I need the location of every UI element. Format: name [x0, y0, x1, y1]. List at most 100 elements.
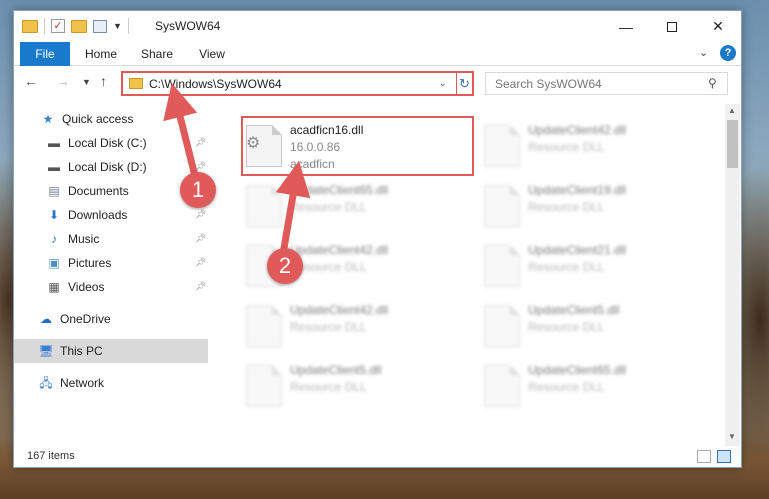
- new-folder-icon[interactable]: [71, 19, 87, 33]
- file-tile[interactable]: UpdateClient5.dll Resource DLL: [476, 299, 706, 355]
- dll-file-icon: [484, 125, 520, 167]
- minimize-button[interactable]: —: [603, 11, 649, 42]
- file-name: UpdateClient5.dll: [528, 303, 620, 317]
- search-input[interactable]: Search SysWOW64 ⚲: [485, 72, 728, 95]
- file-type: Resource DLL: [290, 380, 367, 394]
- properties-icon[interactable]: [93, 19, 107, 33]
- file-type: Resource DLL: [528, 140, 605, 154]
- scroll-up-icon[interactable]: ▲: [728, 106, 736, 115]
- dll-file-icon: [246, 185, 282, 227]
- toolbar-divider: [44, 18, 45, 34]
- address-path[interactable]: C:\Windows\SysWOW64: [149, 77, 282, 91]
- sidebar-item-music[interactable]: ♪ Music 📌︎: [14, 227, 210, 251]
- refresh-icon[interactable]: ↻: [456, 73, 472, 94]
- file-type: Resource DLL: [528, 260, 605, 274]
- file-tile[interactable]: UpdateClient65.dll Resource DLL: [238, 179, 468, 235]
- dll-file-icon: [484, 305, 520, 347]
- file-type: Resource DLL: [528, 380, 605, 394]
- sidebar-item-local-disk-c[interactable]: ▬ Local Disk (C:) 📌︎: [14, 131, 210, 155]
- file-tile[interactable]: UpdateClient21.dll Resource DLL: [476, 239, 706, 295]
- tab-share[interactable]: Share: [132, 42, 182, 66]
- sidebar-item-quick-access[interactable]: ★ Quick access: [14, 107, 210, 131]
- item-count: 167 items: [27, 450, 75, 462]
- file-name: UpdateClient42.dll: [528, 123, 627, 137]
- maximize-button[interactable]: [649, 11, 695, 42]
- dll-file-icon: [246, 305, 282, 347]
- back-arrow-icon[interactable]: ←: [24, 73, 38, 89]
- forward-arrow-icon[interactable]: →: [56, 73, 70, 89]
- recent-locations-chevron-icon[interactable]: ▼: [82, 77, 91, 87]
- file-type: Resource DLL: [528, 320, 605, 334]
- drive-icon: ▬: [48, 136, 60, 150]
- sidebar-item-label: This PC: [60, 344, 103, 358]
- search-placeholder: Search SysWOW64: [495, 77, 602, 91]
- tab-file[interactable]: File: [20, 42, 70, 66]
- file-type: Resource DLL: [290, 200, 367, 214]
- file-tile[interactable]: UpdateClient5.dll Resource DLL: [238, 359, 468, 415]
- help-icon[interactable]: ?: [720, 45, 736, 61]
- folder-icon[interactable]: [22, 19, 38, 33]
- file-type: Resource DLL: [290, 320, 367, 334]
- cloud-icon: ☁: [40, 312, 52, 326]
- file-name: UpdateClient42.dll: [290, 303, 389, 317]
- sidebar-item-network[interactable]: 🖧︎ Network: [14, 371, 210, 395]
- file-tile[interactable]: UpdateClient65.dll Resource DLL: [476, 359, 706, 415]
- ribbon-tabs: File Home Share View ⌄ ?: [14, 42, 741, 66]
- pin-icon[interactable]: 📌︎: [195, 209, 206, 220]
- selected-file-highlight: [241, 116, 474, 176]
- sidebar-item-pictures[interactable]: ▣ Pictures 📌︎: [14, 251, 210, 275]
- file-tile[interactable]: UpdateClient19.dll Resource DLL: [476, 179, 706, 235]
- sidebar-item-local-disk-d[interactable]: ▬ Local Disk (D:) 📌︎: [14, 155, 210, 179]
- pin-icon[interactable]: 📌︎: [195, 281, 206, 292]
- close-button[interactable]: ✕: [695, 11, 741, 42]
- file-explorer-window: ✓ ▼ SysWOW64 — ✕ File Home Share View ⌄ …: [13, 10, 742, 468]
- properties-check-icon[interactable]: ✓: [51, 19, 65, 33]
- network-icon: 🖧︎: [39, 376, 53, 390]
- scroll-down-icon[interactable]: ▼: [728, 432, 736, 441]
- customize-toolbar-chevron-icon[interactable]: ▼: [113, 21, 122, 31]
- dll-file-icon: [484, 365, 520, 407]
- sidebar-item-videos[interactable]: ▦ Videos 📌︎: [14, 275, 210, 299]
- sidebar-item-label: Quick access: [62, 112, 134, 126]
- sidebar-item-label: Downloads: [68, 208, 128, 222]
- dll-file-icon: [484, 185, 520, 227]
- file-tile[interactable]: UpdateClient42.dll Resource DLL: [238, 299, 468, 355]
- file-name: UpdateClient65.dll: [528, 363, 627, 377]
- pin-icon[interactable]: 📌︎: [195, 233, 206, 244]
- sidebar-item-label: Documents: [68, 184, 129, 198]
- file-type: Resource DLL: [528, 200, 605, 214]
- tiles-view-icon[interactable]: [717, 450, 731, 463]
- search-icon: ⚲: [708, 76, 717, 90]
- scrollbar-thumb[interactable]: [727, 120, 738, 168]
- quick-access-toolbar: ✓ ▼: [22, 18, 129, 34]
- sidebar-item-onedrive[interactable]: ☁ OneDrive: [14, 307, 210, 331]
- address-bar[interactable]: C:\Windows\SysWOW64 ⌄ ↻: [121, 71, 474, 96]
- file-tile[interactable]: UpdateClient42.dll Resource DLL: [476, 119, 706, 175]
- title-bar: ✓ ▼ SysWOW64 — ✕: [14, 11, 741, 42]
- file-name: UpdateClient21.dll: [528, 243, 627, 257]
- pin-icon[interactable]: 📌︎: [195, 257, 206, 268]
- address-dropdown-chevron-icon[interactable]: ⌄: [439, 78, 447, 89]
- details-view-icon[interactable]: [697, 450, 711, 463]
- status-bar: 167 items: [14, 446, 741, 467]
- sidebar-item-label: Local Disk (D:): [68, 160, 147, 174]
- download-icon: ⬇: [48, 208, 60, 222]
- documents-icon: ▤: [48, 184, 60, 198]
- folder-icon: [129, 78, 143, 89]
- sidebar-item-this-pc[interactable]: 🖥︎ This PC: [14, 339, 208, 363]
- vertical-scrollbar[interactable]: ▲ ▼: [725, 104, 740, 446]
- expand-ribbon-chevron-icon[interactable]: ⌄: [699, 46, 708, 59]
- up-arrow-icon[interactable]: ↑: [100, 73, 107, 89]
- file-name: UpdateClient19.dll: [528, 183, 627, 197]
- file-name: UpdateClient5.dll: [290, 363, 382, 377]
- pin-icon[interactable]: 📌︎: [195, 137, 206, 148]
- pin-icon[interactable]: 📌︎: [195, 161, 206, 172]
- maximize-icon: [667, 21, 677, 32]
- videos-icon: ▦: [48, 280, 60, 294]
- toolbar-divider: [127, 18, 129, 34]
- tab-view[interactable]: View: [190, 42, 234, 66]
- drive-icon: ▬: [48, 160, 60, 174]
- step-2-badge: 2: [267, 248, 303, 284]
- tab-home[interactable]: Home: [76, 42, 126, 66]
- sidebar-item-downloads[interactable]: ⬇ Downloads 📌︎: [14, 203, 210, 227]
